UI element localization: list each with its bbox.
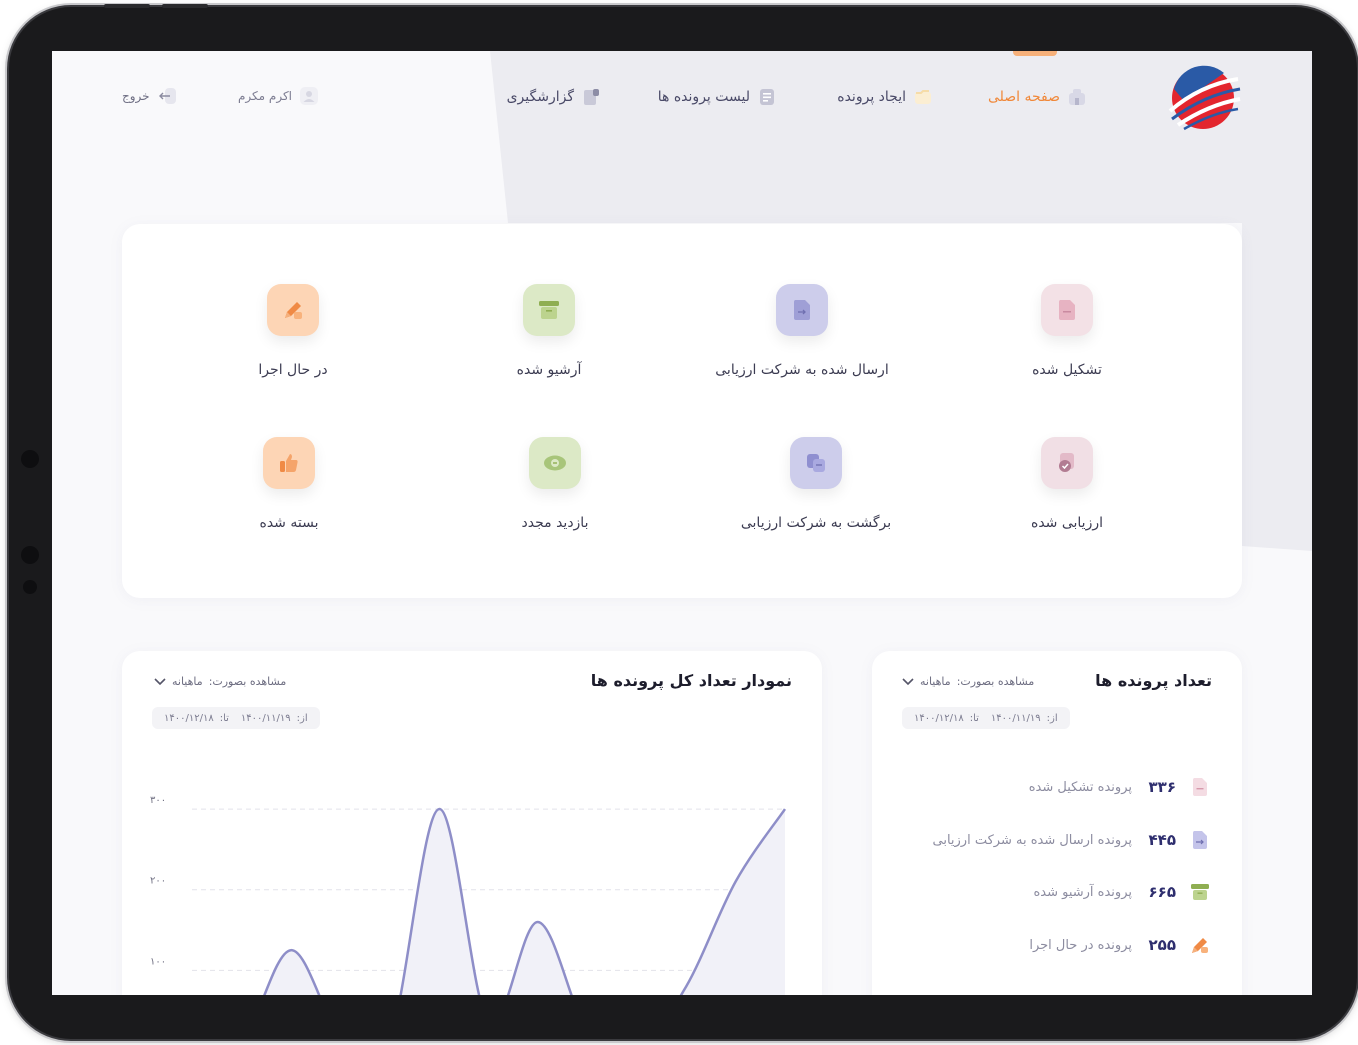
status-item-archived[interactable]: آرشیو شده (419, 284, 679, 378)
chevron-down-icon (902, 677, 914, 686)
status-icon-box (263, 437, 315, 489)
count-label: پرونده ارسال شده به شرکت ارزیابی (932, 832, 1132, 848)
document-icon (1058, 300, 1075, 320)
logout-icon (158, 87, 178, 105)
tablet-sensor (21, 546, 39, 564)
folder-icon (914, 88, 932, 106)
date-to-value: ۱۴۰۰/۱۲/۱۸ (914, 712, 964, 724)
date-to-label: تا: (969, 712, 979, 724)
status-summary-card: تشکیل شده ارسال شده به شرکت ارزیابی آرشی… (122, 224, 1242, 598)
nav-active-indicator (1013, 51, 1057, 56)
count-value: ۴۴۵ (1148, 831, 1176, 849)
archive-icon (1190, 882, 1210, 902)
count-value: ۳۳۶ (1148, 778, 1176, 796)
report-icon (582, 88, 600, 106)
user-profile[interactable]: اکرم مکرم (238, 87, 319, 105)
nav-item-label: صفحه اصلی (987, 89, 1060, 105)
send-document-icon (793, 300, 810, 320)
date-from-label: از: (1046, 712, 1058, 724)
panel-title: تعداد پرونده ها (1095, 671, 1212, 690)
status-icon-box (523, 284, 575, 336)
edit-icon (285, 302, 302, 319)
total-files-chart-panel: نمودار تعداد کل پرونده ها مشاهده بصورت: … (122, 651, 822, 995)
count-label: پرونده تشکیل شده (1028, 779, 1132, 795)
status-item-returned-to-evaluator[interactable]: برگشت به شرکت ارزیابی (686, 437, 946, 531)
chart-y-tick-label: ۲۰۰ (150, 876, 166, 887)
user-name: اکرم مکرم (238, 89, 293, 103)
document-icon (1190, 777, 1210, 797)
view-mode-value: ماهیانه (920, 675, 951, 688)
logout-label: خروج (122, 89, 150, 103)
date-from-value: ۱۴۰۰/۱۱/۱۹ (990, 712, 1041, 724)
total-files-chart: ۱۰۰ ۲۰۰ ۳۰۰ (150, 795, 787, 995)
nav-item-home[interactable]: صفحه اصلی (988, 85, 1086, 109)
archive-icon (539, 301, 559, 319)
top-navigation: صفحه اصلی ایجاد پرونده لیست پرونده ها گز… (52, 51, 1312, 146)
file-counts-panel: تعداد پرونده ها مشاهده بصورت: ماهیانه از… (872, 651, 1242, 995)
status-icon-box (267, 284, 319, 336)
status-label: آرشیو شده (516, 362, 582, 378)
list-item: ۴۴۵ پرونده ارسال شده به شرکت ارزیابی (932, 830, 1210, 850)
nav-item-file-list[interactable]: لیست پرونده ها (658, 85, 776, 109)
return-icon (807, 454, 825, 472)
count-value: ۲۵۵ (1148, 936, 1176, 954)
view-mode-select[interactable]: مشاهده بصورت: ماهیانه (902, 675, 1034, 688)
status-label: بسته شده (259, 515, 319, 531)
list-item: ۳۳۶ پرونده تشکیل شده (1029, 777, 1210, 797)
count-label: پرونده در حال اجرا (1029, 937, 1132, 953)
status-item-in-progress[interactable]: در حال اجرا (163, 284, 423, 378)
status-icon-box (790, 437, 842, 489)
chart-y-tick-label: ۱۰۰ (150, 956, 166, 967)
status-item-revisit[interactable]: بازدید مجدد (425, 437, 685, 531)
app-screen: صفحه اصلی ایجاد پرونده لیست پرونده ها گز… (52, 51, 1312, 995)
count-label: پرونده آرشیو شده (1033, 884, 1132, 900)
status-item-sent-to-evaluator[interactable]: ارسال شده به شرکت ارزیابی (672, 284, 932, 378)
list-icon (758, 88, 776, 106)
status-item-evaluated[interactable]: ارزیابی شده (937, 437, 1197, 531)
count-value: ۶۶۵ (1148, 883, 1176, 901)
company-logo (1164, 59, 1242, 137)
status-icon-box (1041, 284, 1093, 336)
send-document-icon (1190, 830, 1210, 850)
status-icon-box (529, 437, 581, 489)
view-mode-label: مشاهده بصورت: (956, 675, 1035, 688)
nav-item-label: لیست پرونده ها (657, 89, 750, 105)
list-item: ۶۶۵ پرونده آرشیو شده (1033, 882, 1210, 902)
tablet-sensor-small (23, 580, 37, 594)
status-label: ارزیابی شده (1030, 515, 1103, 531)
nav-item-create-file[interactable]: ایجاد پرونده (837, 85, 932, 109)
nav-item-label: ایجاد پرونده (837, 89, 906, 105)
date-range[interactable]: از: ۱۴۰۰/۱۱/۱۹ تا: ۱۴۰۰/۱۲/۱۸ (902, 707, 1070, 729)
status-icon-box (1041, 437, 1093, 489)
chart-y-tick-label: ۳۰۰ (150, 795, 166, 806)
status-label: برگشت به شرکت ارزیابی (740, 515, 892, 531)
thumb-up-icon (280, 454, 298, 472)
status-label: تشکیل شده (1032, 362, 1102, 378)
status-item-formed[interactable]: تشکیل شده (937, 284, 1197, 378)
edit-icon (1190, 935, 1210, 955)
tablet-power-button (162, 4, 208, 8)
status-label: بازدید مجدد (521, 515, 589, 531)
approved-icon (1059, 453, 1074, 472)
status-label: ارسال شده به شرکت ارزیابی (715, 362, 889, 378)
nav-item-reporting[interactable]: گزارشگیری (507, 85, 600, 109)
eye-icon (544, 455, 566, 471)
home-icon (1068, 88, 1086, 106)
logout-button[interactable]: خروج (122, 87, 178, 105)
tablet-volume-button (104, 4, 150, 8)
tablet-camera (21, 450, 39, 468)
nav-item-label: گزارشگیری (506, 89, 574, 105)
avatar (300, 87, 319, 105)
status-item-closed[interactable]: بسته شده (159, 437, 419, 531)
status-icon-box (776, 284, 828, 336)
list-item: ۲۵۵ پرونده در حال اجرا (1029, 935, 1210, 955)
status-label: در حال اجرا (258, 362, 328, 378)
